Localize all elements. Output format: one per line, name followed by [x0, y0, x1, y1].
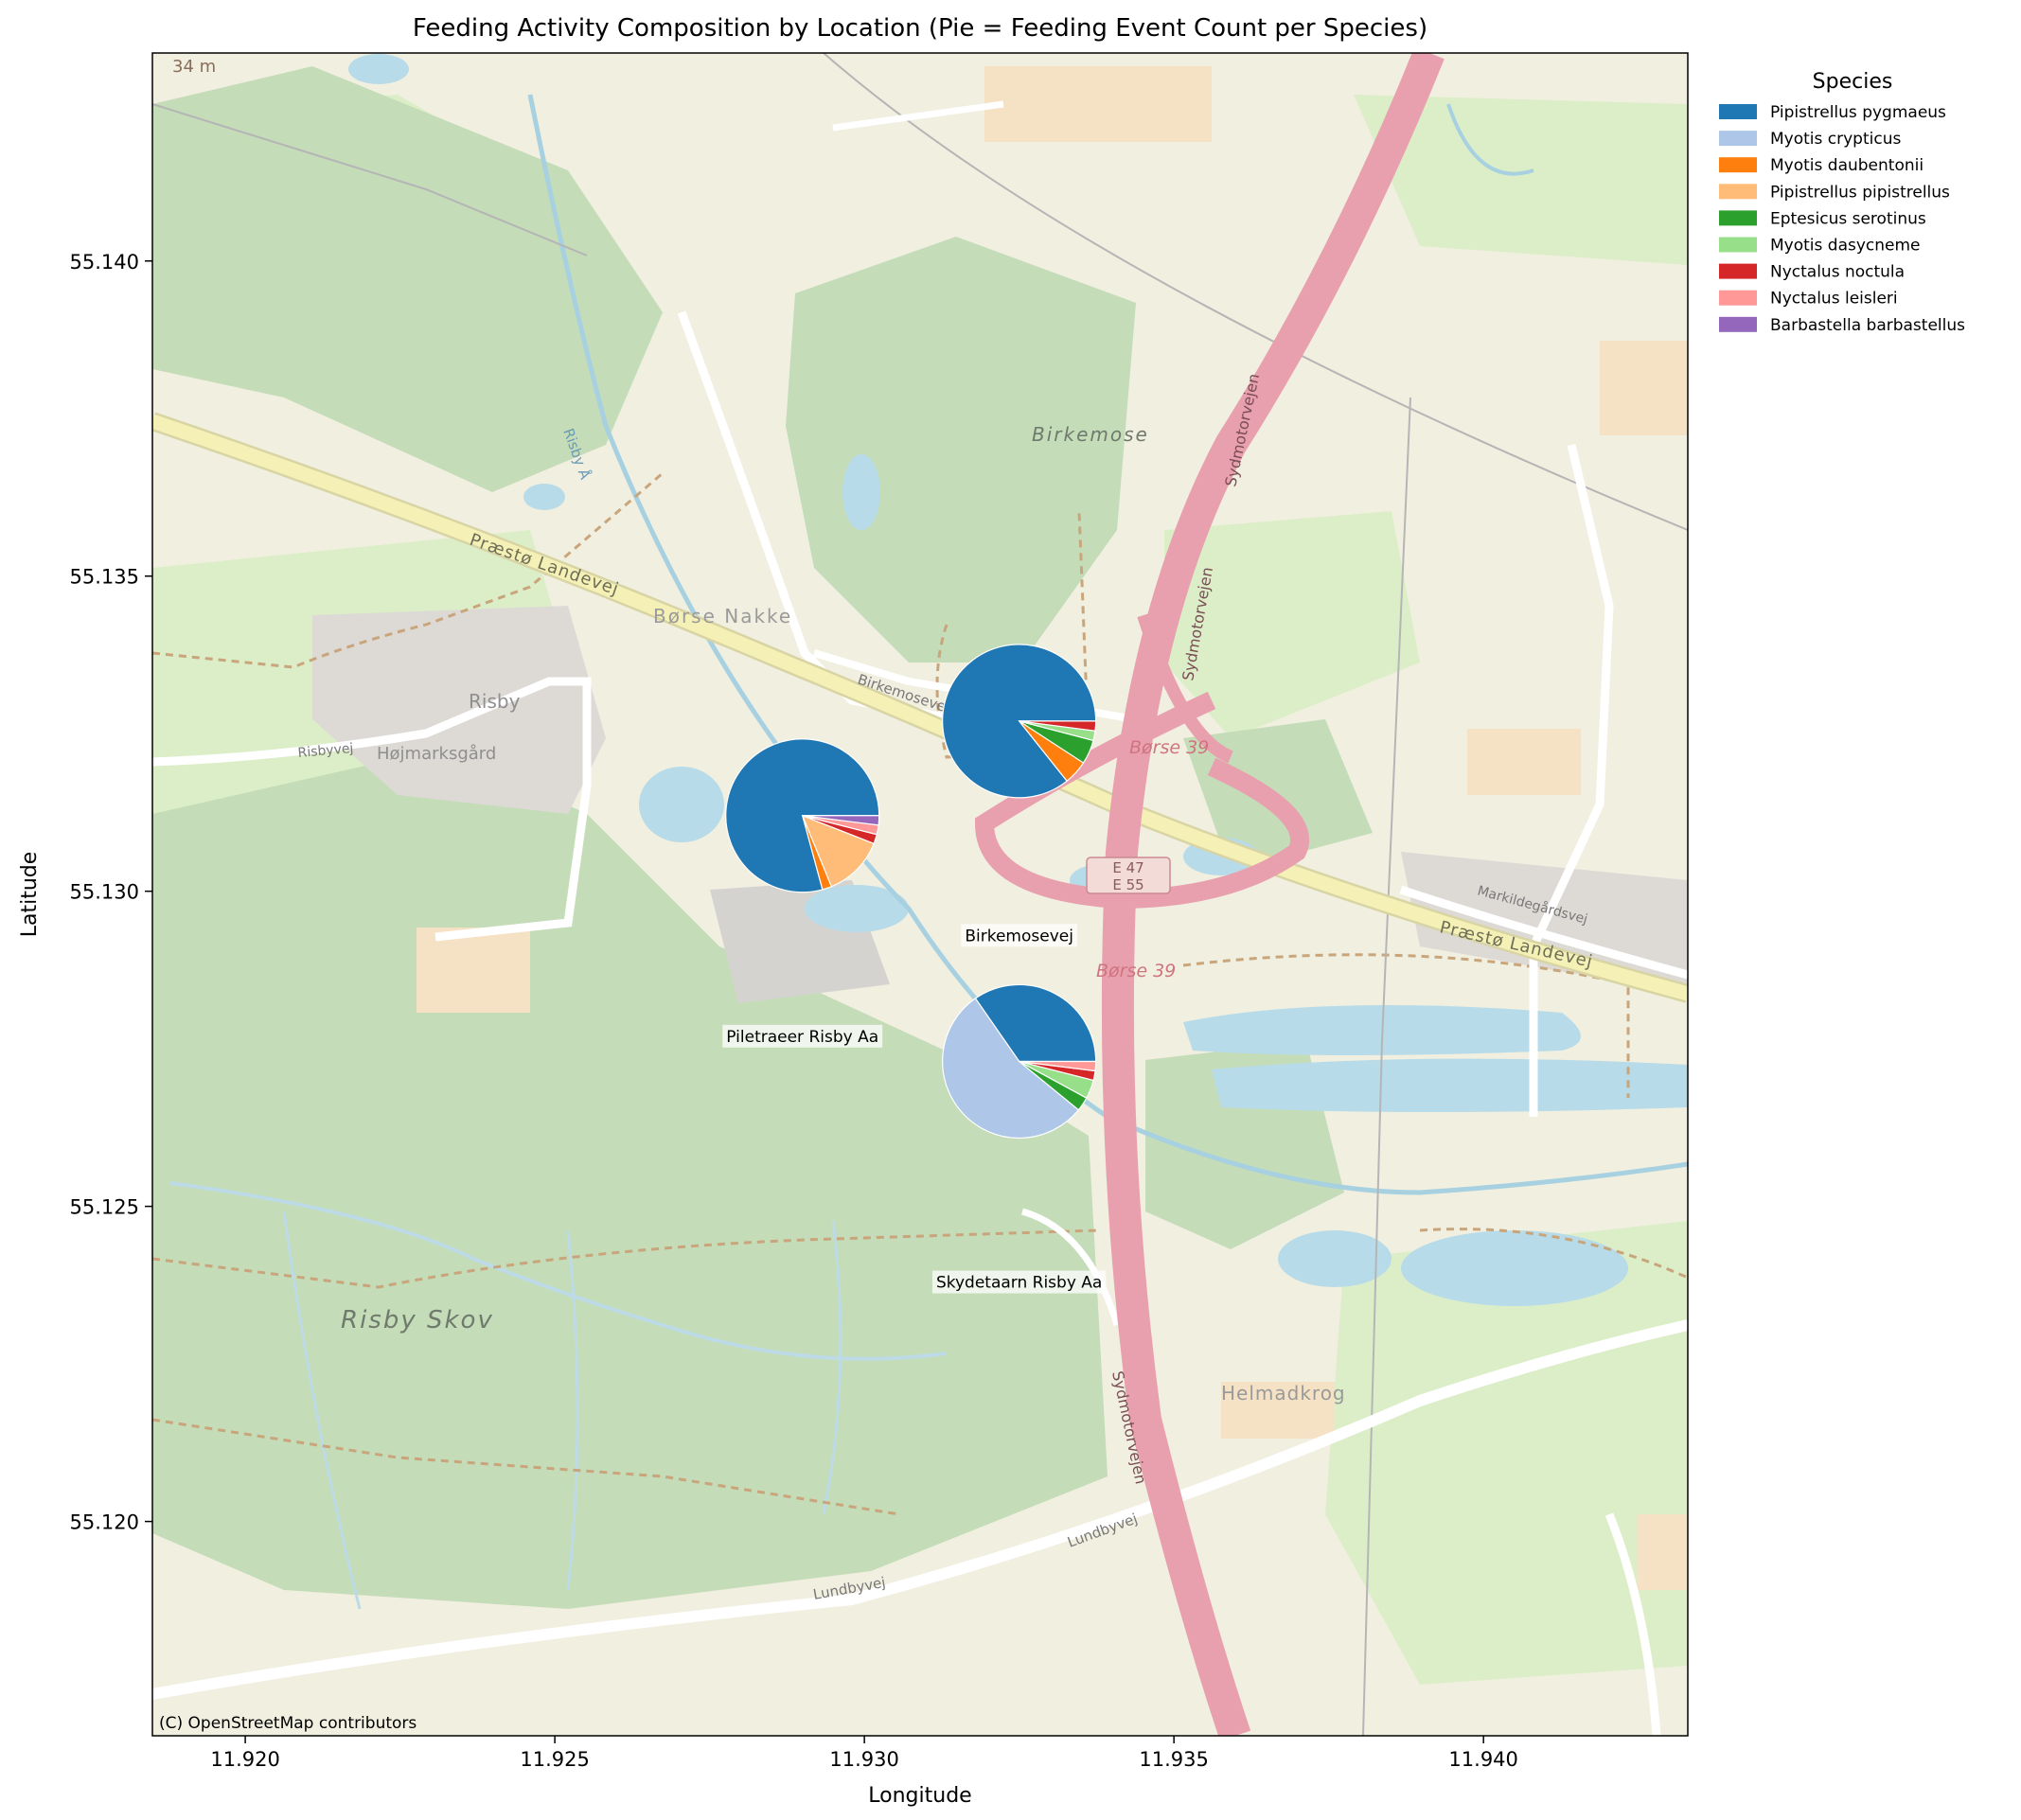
location-label: Birkemosevej	[961, 924, 1077, 947]
y-axis: 55.120 55.125 55.130 55.135 55.140	[70, 251, 152, 1534]
farmyard-area	[417, 928, 530, 1013]
pie-birkemosevej	[942, 644, 1097, 799]
legend-swatch	[1719, 263, 1757, 279]
lake	[1212, 1058, 1688, 1112]
y-tick-label: 55.135	[70, 566, 139, 589]
legend-swatch	[1719, 184, 1757, 200]
place-label: Højmarksgård	[377, 744, 496, 764]
legend-swatch	[1719, 157, 1757, 173]
legend-label: Eptesicus serotinus	[1770, 209, 1926, 228]
legend: Species Pipistrellus pygmaeus Myotis cryp…	[1719, 70, 1965, 335]
location-label-text: Birkemosevej	[965, 927, 1073, 945]
y-tick-label: 55.140	[70, 251, 139, 274]
location-label-text: Piletraeer Risby Aa	[726, 1028, 878, 1047]
x-tick-label: 11.930	[829, 1748, 898, 1771]
pond	[842, 454, 880, 530]
x-axis: 11.920 11.925 11.930 11.935 11.940	[210, 1736, 1518, 1771]
place-label: Helmadkrog	[1221, 1382, 1346, 1405]
farmyard-area	[1600, 341, 1688, 435]
x-tick-label: 11.940	[1448, 1748, 1517, 1771]
legend-label: Myotis daubentonii	[1770, 156, 1923, 175]
x-tick-label: 11.935	[1139, 1748, 1208, 1771]
attribution: (C) OpenStreetMap contributors	[159, 1714, 417, 1733]
legend-label: Nyctalus noctula	[1770, 263, 1905, 282]
farmyard-area	[984, 66, 1212, 142]
legend-swatch	[1719, 316, 1757, 332]
legend-swatch	[1719, 290, 1757, 306]
x-tick-label: 11.920	[210, 1748, 279, 1771]
pie-piletraeer-risby-aa	[725, 738, 880, 893]
route-shield-text: E 55	[1112, 876, 1143, 893]
pond	[523, 484, 565, 510]
legend-label: Myotis crypticus	[1770, 130, 1901, 149]
pie-skydetaarn-risby-aa	[942, 983, 1097, 1140]
map-figure: Feeding Activity Composition by Location…	[18, 14, 1965, 1808]
legend-title: Species	[1813, 70, 1893, 94]
location-label: Skydetaarn Risby Aa	[931, 1270, 1107, 1294]
elevation-label: 34 m	[172, 57, 216, 77]
y-tick-label: 55.120	[70, 1511, 139, 1534]
y-axis-label: Latitude	[18, 852, 42, 938]
route-shield-text: E 47	[1112, 859, 1143, 876]
legend-swatch	[1719, 210, 1757, 226]
place-label: Birkemose	[1032, 423, 1149, 446]
basemap: E 47 E 55 Birkemose Børse Nakke Risby Hø…	[152, 53, 1688, 1736]
junction-label: Børse 39	[1096, 961, 1176, 981]
x-axis-label: Longitude	[868, 1784, 971, 1808]
legend-label: Myotis dasycneme	[1770, 237, 1921, 256]
location-label-text: Skydetaarn Risby Aa	[936, 1274, 1102, 1293]
y-tick-label: 55.125	[70, 1196, 139, 1219]
legend-label: Pipistrellus pygmaeus	[1770, 103, 1946, 122]
lake	[1278, 1230, 1392, 1287]
legend-label: Barbastella barbastellus	[1770, 316, 1965, 335]
place-label: Risby Skov	[341, 1306, 494, 1334]
legend-label: Nyctalus leisleri	[1770, 290, 1898, 309]
chart-title: Feeding Activity Composition by Location…	[413, 14, 1427, 43]
farmyard-area	[1638, 1514, 1688, 1590]
legend-label: Pipistrellus pipistrellus	[1770, 183, 1950, 202]
place-label: Børse Nakke	[653, 605, 792, 627]
legend-swatch	[1719, 237, 1757, 253]
location-label: Piletraeer Risby Aa	[722, 1024, 883, 1048]
lake	[1401, 1230, 1628, 1306]
pond	[639, 767, 724, 842]
farmyard-area	[1467, 729, 1581, 795]
legend-swatch	[1719, 104, 1757, 119]
y-tick-label: 55.130	[70, 881, 139, 904]
legend-swatch	[1719, 131, 1757, 147]
junction-label: Børse 39	[1129, 737, 1209, 758]
place-label: Risby	[469, 690, 521, 713]
pond	[348, 54, 409, 84]
x-tick-label: 11.925	[520, 1748, 589, 1771]
